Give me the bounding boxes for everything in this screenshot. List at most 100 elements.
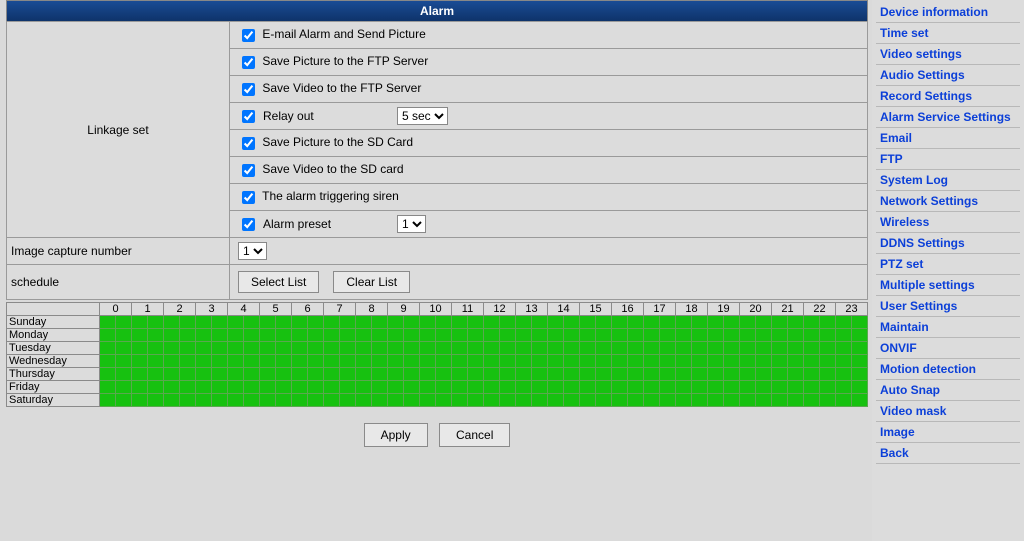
schedule-cell[interactable] <box>164 329 180 342</box>
sidebar-item-network-settings[interactable]: Network Settings <box>876 191 1020 212</box>
sidebar-item-video-mask[interactable]: Video mask <box>876 401 1020 422</box>
schedule-cell[interactable] <box>708 316 724 329</box>
schedule-cell[interactable] <box>756 368 772 381</box>
schedule-cell[interactable] <box>404 381 420 394</box>
image-capture-select[interactable]: 1 <box>238 242 267 260</box>
sidebar-item-audio-settings[interactable]: Audio Settings <box>876 65 1020 86</box>
schedule-cell[interactable] <box>628 316 644 329</box>
schedule-cell[interactable] <box>276 329 292 342</box>
alarm-preset-select[interactable]: 1 <box>397 215 426 233</box>
schedule-cell[interactable] <box>356 329 372 342</box>
schedule-cell[interactable] <box>276 342 292 355</box>
schedule-cell[interactable] <box>724 316 740 329</box>
schedule-cell[interactable] <box>308 368 324 381</box>
schedule-cell[interactable] <box>820 394 836 407</box>
schedule-cell[interactable] <box>852 394 868 407</box>
schedule-cell[interactable] <box>180 381 196 394</box>
schedule-cell[interactable] <box>772 381 788 394</box>
schedule-cell[interactable] <box>436 329 452 342</box>
schedule-cell[interactable] <box>612 316 628 329</box>
schedule-cell[interactable] <box>436 316 452 329</box>
schedule-cell[interactable] <box>660 316 676 329</box>
schedule-cell[interactable] <box>404 394 420 407</box>
schedule-cell[interactable] <box>740 368 756 381</box>
schedule-cell[interactable] <box>388 355 404 368</box>
schedule-cell[interactable] <box>804 342 820 355</box>
schedule-cell[interactable] <box>292 342 308 355</box>
schedule-cell[interactable] <box>564 316 580 329</box>
schedule-cell[interactable] <box>148 394 164 407</box>
schedule-cell[interactable] <box>468 329 484 342</box>
relay-out-row[interactable]: Relay out 5 sec <box>238 107 448 126</box>
schedule-cell[interactable] <box>356 381 372 394</box>
ftp-video-checkbox[interactable] <box>242 83 255 96</box>
schedule-cell[interactable] <box>196 316 212 329</box>
schedule-cell[interactable] <box>404 342 420 355</box>
schedule-cell[interactable] <box>596 342 612 355</box>
schedule-cell[interactable] <box>356 316 372 329</box>
schedule-cell[interactable] <box>420 342 436 355</box>
schedule-cell[interactable] <box>788 329 804 342</box>
schedule-cell[interactable] <box>324 329 340 342</box>
ftp-picture-row[interactable]: Save Picture to the FTP Server <box>238 54 428 68</box>
schedule-cell[interactable] <box>100 368 116 381</box>
schedule-cell[interactable] <box>276 355 292 368</box>
schedule-cell[interactable] <box>756 316 772 329</box>
schedule-cell[interactable] <box>628 329 644 342</box>
schedule-cell[interactable] <box>484 342 500 355</box>
schedule-cell[interactable] <box>340 381 356 394</box>
schedule-cell[interactable] <box>244 355 260 368</box>
schedule-cell[interactable] <box>708 329 724 342</box>
schedule-cell[interactable] <box>212 329 228 342</box>
schedule-cell[interactable] <box>836 368 852 381</box>
schedule-cell[interactable] <box>212 342 228 355</box>
schedule-cell[interactable] <box>180 368 196 381</box>
schedule-cell[interactable] <box>228 316 244 329</box>
schedule-cell[interactable] <box>132 368 148 381</box>
apply-button[interactable]: Apply <box>364 423 428 447</box>
schedule-cell[interactable] <box>420 394 436 407</box>
schedule-cell[interactable] <box>788 368 804 381</box>
schedule-cell[interactable] <box>676 381 692 394</box>
schedule-cell[interactable] <box>772 394 788 407</box>
schedule-cell[interactable] <box>100 316 116 329</box>
schedule-cell[interactable] <box>308 355 324 368</box>
schedule-cell[interactable] <box>468 316 484 329</box>
schedule-cell[interactable] <box>612 368 628 381</box>
schedule-cell[interactable] <box>292 381 308 394</box>
sidebar-item-wireless[interactable]: Wireless <box>876 212 1020 233</box>
schedule-cell[interactable] <box>580 368 596 381</box>
schedule-cell[interactable] <box>228 355 244 368</box>
schedule-cell[interactable] <box>820 342 836 355</box>
schedule-cell[interactable] <box>196 368 212 381</box>
schedule-cell[interactable] <box>548 381 564 394</box>
schedule-cell[interactable] <box>228 329 244 342</box>
sidebar-item-auto-snap[interactable]: Auto Snap <box>876 380 1020 401</box>
schedule-cell[interactable] <box>820 329 836 342</box>
schedule-cell[interactable] <box>372 394 388 407</box>
schedule-cell[interactable] <box>820 316 836 329</box>
schedule-cell[interactable] <box>532 368 548 381</box>
schedule-cell[interactable] <box>660 394 676 407</box>
schedule-cell[interactable] <box>500 381 516 394</box>
schedule-cell[interactable] <box>644 368 660 381</box>
sidebar-item-video-settings[interactable]: Video settings <box>876 44 1020 65</box>
clear-list-button[interactable]: Clear List <box>333 271 410 293</box>
relay-out-select[interactable]: 5 sec <box>397 107 448 125</box>
schedule-cell[interactable] <box>484 368 500 381</box>
schedule-cell[interactable] <box>468 381 484 394</box>
alarm-preset-row[interactable]: Alarm preset 1 <box>238 215 426 234</box>
schedule-cell[interactable] <box>516 394 532 407</box>
schedule-cell[interactable] <box>580 316 596 329</box>
schedule-cell[interactable] <box>324 368 340 381</box>
schedule-cell[interactable] <box>116 394 132 407</box>
schedule-cell[interactable] <box>852 316 868 329</box>
schedule-cell[interactable] <box>484 381 500 394</box>
schedule-cell[interactable] <box>228 381 244 394</box>
schedule-cell[interactable] <box>548 355 564 368</box>
schedule-cell[interactable] <box>212 355 228 368</box>
schedule-cell[interactable] <box>180 394 196 407</box>
schedule-cell[interactable] <box>308 381 324 394</box>
schedule-cell[interactable] <box>212 316 228 329</box>
schedule-cell[interactable] <box>772 355 788 368</box>
